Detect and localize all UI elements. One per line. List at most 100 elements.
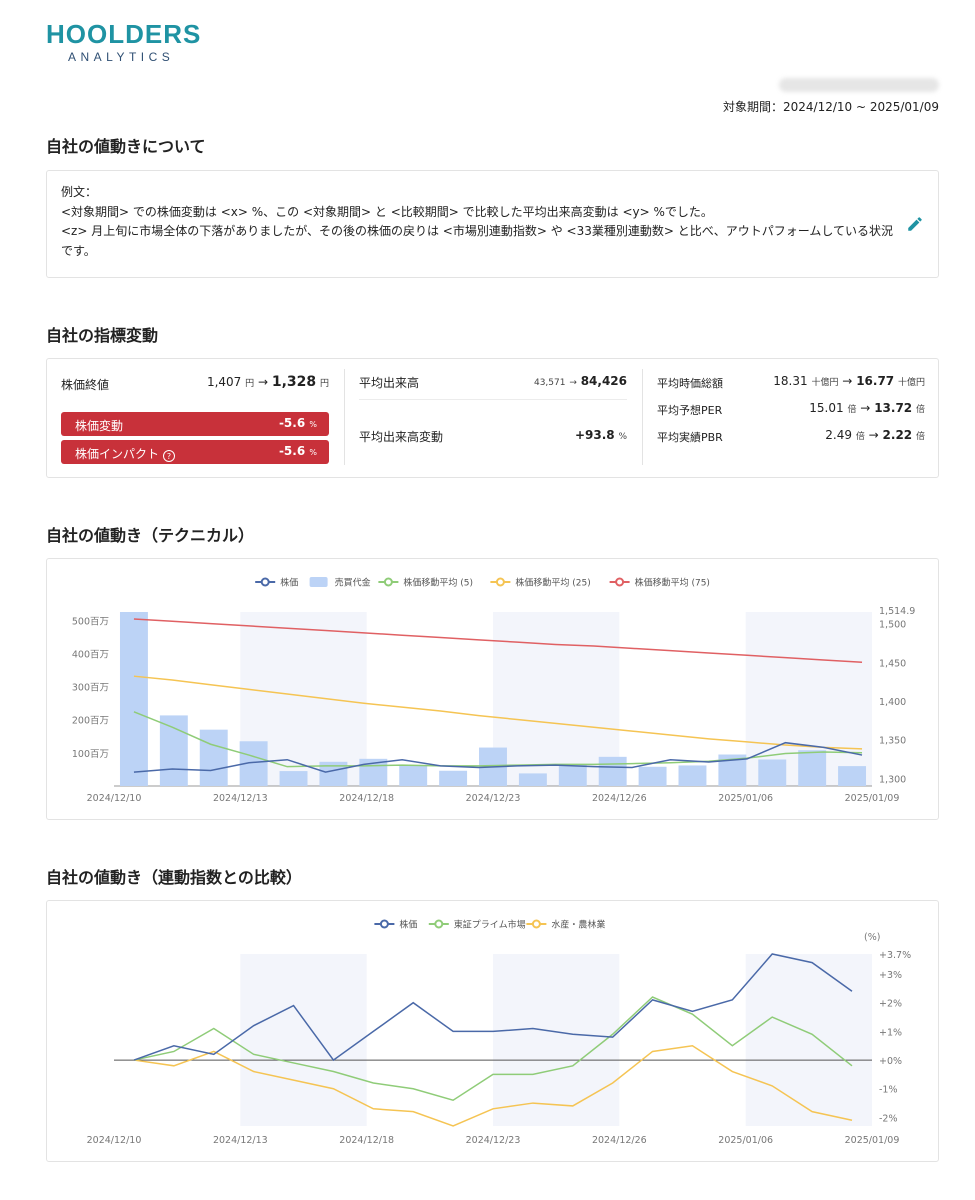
x-tick-label: 2025/01/09 — [845, 793, 900, 804]
price-impact-unit: % — [309, 448, 317, 457]
volume-bar — [638, 766, 667, 786]
volume-bar — [598, 756, 627, 786]
volume-bar — [399, 765, 428, 786]
x-tick-label: 2025/01/09 — [845, 1135, 900, 1146]
y-right-tick-label: 1,300 — [879, 774, 906, 785]
volume-bar — [119, 612, 148, 786]
y-left-tick-label: 100百万 — [72, 749, 109, 760]
price-change-unit: % — [309, 420, 317, 429]
volume-bar — [279, 771, 308, 786]
mcap-to: 16.77 — [856, 374, 895, 388]
legend-label: 東証プライム市場 — [454, 919, 526, 931]
y-right-tick-label: 1,500 — [879, 620, 906, 631]
pbr-to: 2.22 — [882, 428, 913, 442]
x-tick-label: 2024/12/26 — [592, 1135, 647, 1146]
y-tick-label: +3.7% — [879, 950, 911, 961]
per-to: 13.72 — [874, 401, 913, 415]
section-title-comparison: 自社の値動き（連動指数との比較） — [46, 868, 302, 887]
pbr-from-unit: 倍 — [855, 432, 865, 442]
mcap-from: 18.31 — [773, 374, 808, 388]
legend-label: 水産・農林業 — [551, 919, 605, 931]
close-to-unit: 円 — [319, 379, 329, 389]
y-left-tick-label: 400百万 — [72, 649, 109, 660]
close-to: 1,328 — [271, 374, 317, 390]
background-band — [240, 954, 367, 1126]
metrics-column-volume: 平均出来高 43,571 → 84,426 平均出来高変動 +93.8 % — [344, 369, 641, 465]
per-from: 15.01 — [809, 401, 844, 415]
background-band — [745, 954, 872, 1126]
per-to-unit: 倍 — [915, 405, 925, 415]
volume-bar — [678, 765, 707, 786]
mcap-from-unit: 十億円 — [811, 378, 839, 388]
legend-label: 株価 — [399, 919, 417, 931]
x-tick-label: 2025/01/06 — [718, 793, 773, 804]
mcap-label: 平均時価総額 — [657, 377, 723, 390]
y-left-tick-label: 200百万 — [72, 716, 109, 727]
x-tick-label: 2024/12/23 — [466, 793, 521, 804]
volume-value: 43,571 → 84,426 — [534, 374, 627, 388]
legend-label: 株価移動平均 (5) — [403, 577, 473, 589]
legend-label: 売買代金 — [335, 577, 371, 589]
y-tick-label: -2% — [879, 1113, 898, 1124]
mcap-value: 18.31 十億円 → 16.77 十億円 — [773, 374, 925, 388]
x-tick-label: 2024/12/13 — [213, 793, 268, 804]
mcap-to-unit: 十億円 — [897, 378, 925, 388]
y-right-tick-label: 1,514.9 — [879, 606, 915, 617]
description-line: 例文： — [61, 185, 98, 199]
pbr-value: 2.49 倍 → 2.22 倍 — [825, 428, 925, 442]
metrics-column-valuation: 平均時価総額 18.31 十億円 → 16.77 十億円 平均予想PER 15.… — [642, 369, 939, 465]
metrics-card: 株価終値 1,407 円 → 1,328 円 株価変動 -5.6 % 株価インパ… — [46, 358, 939, 478]
y-right-tick-label: 1,350 — [879, 736, 906, 747]
close-label: 株価終値 — [61, 378, 110, 392]
volume-bar — [558, 764, 587, 786]
pbr-from: 2.49 — [825, 428, 852, 442]
arrow: → — [842, 374, 853, 388]
brand-logo[interactable]: HOOLDERS ANALYTICS — [46, 20, 216, 70]
price-impact-badge: 株価インパクト? -5.6 % — [61, 440, 329, 464]
price-change-label: 株価変動 — [75, 419, 124, 433]
per-label: 平均予想PER — [657, 404, 723, 417]
technical-chart-card: 100百万 200百万 300百万 400百万 500百万 1,300 1,350 1,400… — [46, 558, 939, 820]
x-tick-label: 2024/12/26 — [592, 793, 647, 804]
technical-chart[interactable]: 100百万 200百万 300百万 400百万 500百万 1,300 1,350 1,400… — [47, 559, 938, 819]
price-impact-value: -5.6 % — [279, 444, 317, 458]
help-icon[interactable]: ? — [163, 450, 176, 462]
close-from-unit: 円 — [245, 379, 255, 389]
y-right-tick-label: 1,400 — [879, 697, 906, 708]
section-title-technical: 自社の値動き（テクニカル） — [46, 526, 255, 545]
y-tick-label: +1% — [879, 1027, 902, 1038]
price-impact-text: 株価インパクト — [75, 447, 160, 461]
brand-name: HOOLDERS — [46, 19, 202, 49]
brand-subtitle: ANALYTICS — [68, 50, 175, 64]
x-tick-label: 2024/12/10 — [87, 1135, 142, 1146]
blurred-user-name — [779, 78, 939, 92]
background-band — [493, 954, 620, 1126]
metrics-column-price: 株価終値 1,407 円 → 1,328 円 株価変動 -5.6 % 株価インパ… — [47, 359, 343, 477]
legend-label: 株価 — [280, 577, 298, 589]
y-left-tick-label: 500百万 — [72, 616, 109, 627]
price-change-number: -5.6 — [278, 416, 306, 430]
volume-bar — [199, 729, 228, 786]
comparison-chart[interactable]: -2% -1% +0% +1% +2% +3% +3.7% (%) 2024/12/10 2024… — [47, 901, 938, 1161]
volume-bar — [159, 715, 188, 786]
pbr-label: 平均実績PBR — [657, 431, 723, 444]
comparison-chart-card: -2% -1% +0% +1% +2% +3% +3.7% (%) 2024/12/10 2024… — [46, 900, 939, 1162]
volume-from: 43,571 — [533, 378, 566, 388]
legend-swatch — [309, 577, 328, 587]
per-from-unit: 倍 — [847, 405, 857, 415]
legend-label: 株価移動平均 (75) — [635, 577, 710, 589]
per-value: 15.01 倍 → 13.72 倍 — [809, 401, 925, 415]
y-tick-label: +2% — [879, 999, 902, 1010]
x-tick-label: 2024/12/13 — [213, 1135, 268, 1146]
x-tick-label: 2025/01/06 — [718, 1135, 773, 1146]
divider — [359, 399, 627, 400]
legend-marker — [495, 577, 505, 587]
close-from: 1,407 — [206, 375, 242, 389]
price-change-badge: 株価変動 -5.6 % — [61, 412, 329, 436]
x-tick-label: 2024/12/10 — [87, 793, 142, 804]
legend-marker — [531, 919, 541, 929]
y-tick-label: +0% — [879, 1056, 902, 1067]
pencil-icon[interactable] — [906, 215, 924, 233]
y-unit-label: (%) — [864, 932, 880, 943]
period-label: 対象期間：2024/12/10 ~ 2025/01/09 — [722, 100, 939, 114]
